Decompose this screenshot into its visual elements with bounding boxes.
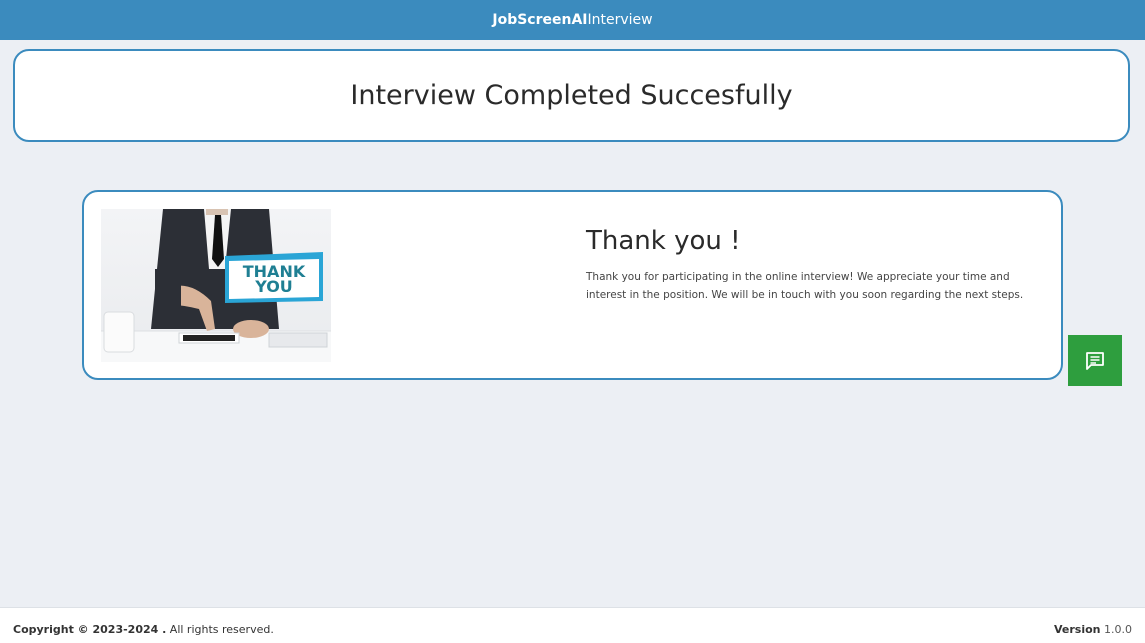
version-value: 1.0.0 bbox=[1100, 623, 1132, 636]
page-title: Interview Completed Succesfully bbox=[350, 80, 793, 111]
thank-you-card: THANK YOU Thank you ! Thank you for part… bbox=[82, 190, 1063, 380]
top-bar: JobScreenAI Interview bbox=[0, 0, 1145, 40]
thank-you-heading: Thank you ! bbox=[586, 226, 741, 256]
copyright-rest: All rights reserved. bbox=[166, 623, 274, 636]
thank-you-message: Thank you for participating in the onlin… bbox=[586, 271, 1024, 301]
footer: Copyright © 2023-2024 . All rights reser… bbox=[0, 607, 1145, 643]
thank-you-text: Thank you ! Thank you for participating … bbox=[586, 226, 1036, 304]
chat-icon bbox=[1086, 351, 1104, 370]
image-text-you: YOU bbox=[254, 277, 293, 296]
brand-name-bold: JobScreenAI bbox=[492, 12, 588, 28]
version-label: Version bbox=[1053, 623, 1101, 636]
title-card: Interview Completed Succesfully bbox=[13, 49, 1130, 142]
brand-name-regular: Interview bbox=[587, 12, 653, 28]
thank-you-image: THANK YOU bbox=[101, 209, 331, 362]
chat-button[interactable] bbox=[1068, 335, 1122, 386]
copyright-notice: Copyright © 2023-2024 . All rights reser… bbox=[13, 623, 274, 636]
version-info: Version 1.0.0 bbox=[1054, 623, 1132, 636]
copyright-bold: Copyright © 2023-2024 . bbox=[13, 623, 167, 636]
